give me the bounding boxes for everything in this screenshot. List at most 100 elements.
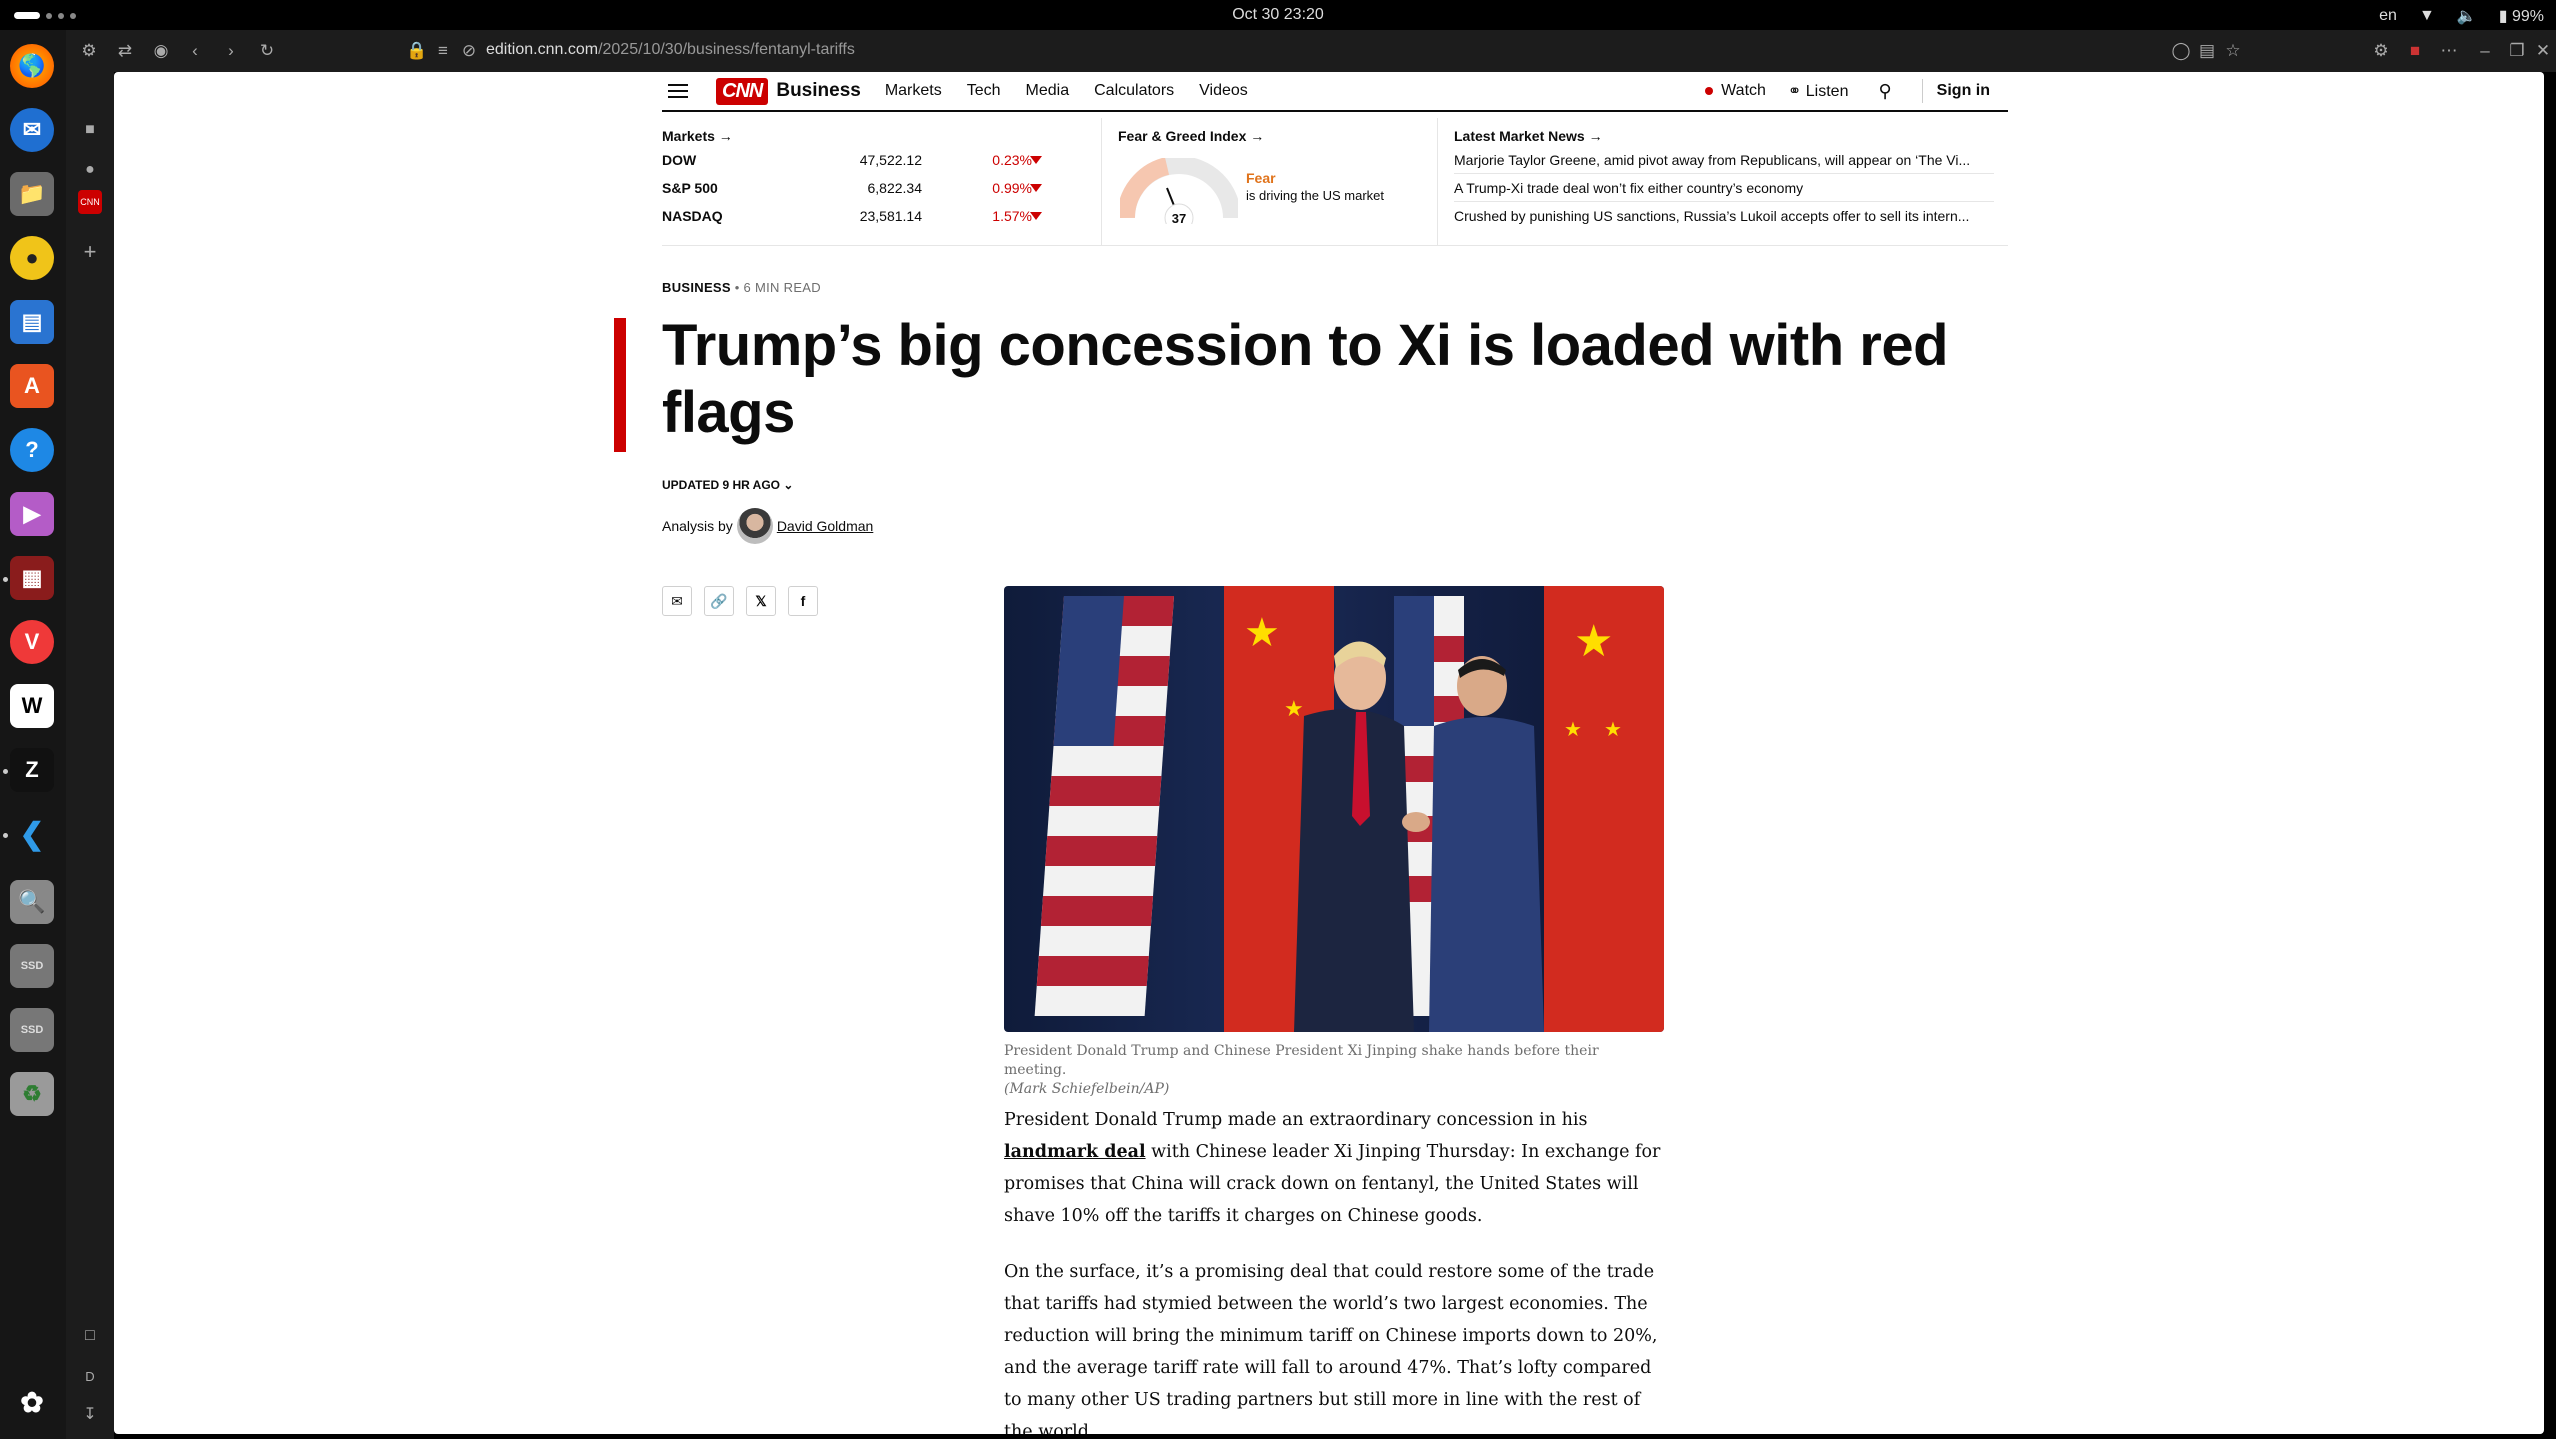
vscode-icon[interactable]: ❮ xyxy=(10,812,54,856)
sidebar-icon[interactable]: ⚙ xyxy=(78,40,100,62)
nav-link-tech[interactable]: Tech xyxy=(967,82,1001,100)
address-bar[interactable]: edition.cnn.com/2025/10/30/business/fent… xyxy=(486,41,855,59)
menu-icon[interactable]: ⋯ xyxy=(2438,40,2460,62)
market-row-nasdaq[interactable]: NASDAQ 23,581.14 1.57% xyxy=(662,208,1072,228)
drive-ssd-icon[interactable]: SSD xyxy=(10,944,54,988)
headline-accent-bar xyxy=(614,318,626,452)
market-news-title[interactable]: Latest Market News → xyxy=(1454,128,2008,144)
back-icon[interactable]: ‹ xyxy=(184,40,206,62)
permissions-icon[interactable]: ≡ xyxy=(432,40,454,62)
ublock-icon[interactable]: ■ xyxy=(2404,40,2426,62)
section-brand[interactable]: Business xyxy=(776,80,860,102)
caption-text: President Donald Trump and Chinese Presi… xyxy=(1004,1043,1599,1078)
fear-greed-panel[interactable]: Fear & Greed Index → 37 Fear is driving … xyxy=(1118,118,1438,246)
article-photo[interactable]: ★ ★ ★ ★ ★ xyxy=(1004,586,1664,1032)
section-label[interactable]: BUSINESS xyxy=(662,280,731,295)
fear-greed-gauge: 37 xyxy=(1120,158,1238,224)
market-news-link[interactable]: A Trump-Xi trade deal won’t fix either c… xyxy=(1454,174,1994,202)
down-arrow-icon xyxy=(1030,156,1042,164)
show-apps-icon[interactable]: ✿ xyxy=(10,1380,54,1424)
market-news-link[interactable]: Crushed by punishing US sanctions, Russi… xyxy=(1454,202,1994,230)
language-indicator[interactable]: en xyxy=(2379,7,2397,25)
browser-toolbar: ⚙ ⇄ ◉ ‹ › ↻ 🔒 ≡ ⊘ edition.cnn.com/2025/1… xyxy=(66,30,2556,72)
new-tab-icon[interactable]: + xyxy=(78,239,102,264)
trash-icon[interactable]: ♻ xyxy=(10,1072,54,1116)
site-icon[interactable]: ◉ xyxy=(150,40,172,62)
files-icon[interactable]: 📁 xyxy=(10,172,54,216)
volume-icon: 🔈 xyxy=(2456,8,2477,25)
analysis-label: Analysis by xyxy=(662,518,733,534)
listen-button[interactable]: ⚭ Listen xyxy=(1788,81,1849,101)
reload-icon[interactable]: ↻ xyxy=(256,40,278,62)
paragraph-text: President Donald Trump made an extraordi… xyxy=(1004,1110,1588,1130)
chevron-down-icon: ⌄ xyxy=(783,478,794,492)
tracking-icon[interactable]: ⊘ xyxy=(458,40,480,62)
maximize-icon[interactable]: ❐ xyxy=(2506,40,2528,62)
remote-desktop-icon[interactable]: ▦ xyxy=(10,556,54,600)
latest-market-news: Latest Market News → Marjorie Taylor Gre… xyxy=(1454,118,2008,246)
shield-icon[interactable]: ◯ xyxy=(2170,40,2192,62)
system-top-bar: Oct 30 23:20 en ▼ 🔈 ▮ 99% xyxy=(0,0,2556,30)
market-name: NASDAQ xyxy=(662,208,723,224)
media-player-icon[interactable]: ▶ xyxy=(10,492,54,536)
help-icon[interactable]: ? xyxy=(10,428,54,472)
rhythmbox-icon[interactable]: ● xyxy=(10,236,54,280)
forward-icon[interactable]: › xyxy=(220,40,242,62)
vivaldi-icon[interactable]: V xyxy=(10,620,54,664)
writer-icon[interactable]: ▤ xyxy=(10,300,54,344)
handshake-photo-illustration: ★ ★ ★ ★ ★ xyxy=(1034,586,1664,1032)
updated-timestamp[interactable]: UPDATED 9 HR AGO ⌄ xyxy=(662,478,793,492)
market-change: 1.57% xyxy=(992,208,1032,224)
reader-view-icon[interactable]: ▤ xyxy=(2196,40,2218,62)
lock-icon[interactable]: 🔒 xyxy=(406,40,428,62)
cnn-logo[interactable]: CNN xyxy=(716,77,769,105)
landmark-deal-link[interactable]: landmark deal xyxy=(1004,1142,1146,1162)
system-tray[interactable]: en ▼ 🔈 ▮ 99% xyxy=(2379,6,2544,26)
fear-greed-title[interactable]: Fear & Greed Index → xyxy=(1118,128,1437,144)
sync-icon[interactable]: ⇄ xyxy=(114,40,136,62)
zed-icon[interactable]: Z xyxy=(10,748,54,792)
nav-link-calculators[interactable]: Calculators xyxy=(1094,82,1174,100)
x-share-icon[interactable]: 𝕏 xyxy=(746,586,776,616)
market-row-dow[interactable]: DOW 47,522.12 0.23% xyxy=(662,152,1072,172)
watch-button[interactable]: Watch xyxy=(1705,82,1766,100)
sign-in-button[interactable]: Sign in xyxy=(1937,82,1990,100)
bookmark-star-icon[interactable]: ☆ xyxy=(2222,40,2244,62)
facebook-share-icon[interactable]: f xyxy=(788,586,818,616)
workspace-icon[interactable]: ■ xyxy=(78,118,102,142)
sidebar-toggle-icon[interactable]: □ xyxy=(78,1324,102,1348)
nav-link-media[interactable]: Media xyxy=(1026,82,1070,100)
email-share-icon[interactable]: ✉ xyxy=(662,586,692,616)
firefox-icon[interactable]: 🌎 xyxy=(10,44,54,88)
markets-title[interactable]: Markets → xyxy=(662,128,1101,144)
search-icon[interactable]: ⚲ xyxy=(1878,81,1891,102)
market-change: 0.99% xyxy=(992,180,1032,196)
author-avatar[interactable] xyxy=(736,508,773,544)
minimize-icon[interactable]: – xyxy=(2474,40,2496,62)
extensions-icon[interactable]: ⚙ xyxy=(2370,40,2392,62)
nav-link-markets[interactable]: Markets xyxy=(885,82,942,100)
sidebar-label-d[interactable]: D xyxy=(78,1364,102,1388)
app-center-icon[interactable]: A xyxy=(10,364,54,408)
svg-text:★: ★ xyxy=(1284,696,1304,721)
svg-text:★: ★ xyxy=(1564,719,1582,741)
close-icon[interactable]: ✕ xyxy=(2532,40,2554,62)
system-clock[interactable]: Oct 30 23:20 xyxy=(0,6,2556,24)
magnifier-icon[interactable]: 🔍 xyxy=(10,880,54,924)
market-change: 0.23% xyxy=(992,152,1032,168)
url-path: /2025/10/30/business/fentanyl-tariffs xyxy=(598,41,855,58)
tab-favicon-icon[interactable]: ● xyxy=(78,158,102,182)
paragraph: President Donald Trump made an extraordi… xyxy=(1004,1104,1664,1232)
thunderbird-icon[interactable]: ✉ xyxy=(10,108,54,152)
svg-text:★: ★ xyxy=(1604,719,1622,741)
downloads-icon[interactable]: ↧ xyxy=(78,1402,102,1426)
market-news-link[interactable]: Marjorie Taylor Greene, amid pivot away … xyxy=(1454,146,1994,174)
copy-link-icon[interactable]: 🔗 xyxy=(704,586,734,616)
cnn-tab-icon[interactable]: CNN xyxy=(78,190,102,214)
menu-icon[interactable] xyxy=(668,84,688,98)
market-row-sp500[interactable]: S&P 500 6,822.34 0.99% xyxy=(662,180,1072,200)
drive-ssd-2-icon[interactable]: SSD xyxy=(10,1008,54,1052)
warp-icon[interactable]: W xyxy=(10,684,54,728)
nav-link-videos[interactable]: Videos xyxy=(1199,82,1248,100)
author-link[interactable]: David Goldman xyxy=(777,518,874,534)
